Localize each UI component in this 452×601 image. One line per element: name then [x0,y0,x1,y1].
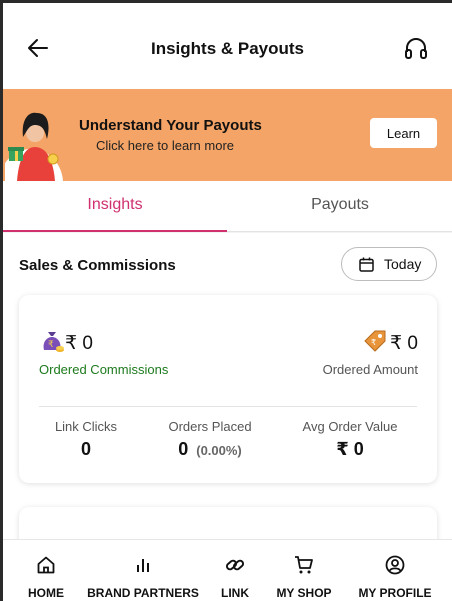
money-bag-icon: ₹ [43,332,64,352]
svg-text:₹: ₹ [371,338,376,347]
banner-subtitle: Click here to learn more [96,138,234,153]
nav-brand-partners[interactable]: BRAND PARTNERS [83,540,203,601]
home-icon [37,556,55,574]
page-title: Insights & Payouts [150,39,305,58]
top-bar: Insights & Payouts [3,3,452,89]
nav-label: LINK [221,586,249,600]
stat-label: Orders Placed [168,419,252,434]
nav-home[interactable]: HOME [16,540,76,601]
app-screen: Insights & Payouts Understand Your Payou… [0,0,452,601]
headphones-icon [405,38,427,59]
stat-value: 0 [178,439,189,459]
calendar-icon [359,257,374,272]
stat-label: Avg Order Value [302,419,398,434]
ordered-amount: ₹ 0 [390,333,418,354]
bar-chart-icon [137,559,149,572]
nav-label: MY PROFILE [358,586,432,600]
commission-amount: ₹ 0 [65,333,93,354]
stat-percentage: (0.00%) [196,443,242,458]
support-button[interactable] [403,35,429,61]
banner-title: Understand Your Payouts [79,117,262,134]
svg-text:₹: ₹ [48,340,54,350]
stat-link-clicks: Link Clicks 0 [26,419,146,460]
divider [39,406,417,407]
stat-value: 0 [80,439,91,459]
commission-label: Ordered Commissions [39,362,169,377]
payouts-banner[interactable]: Understand Your Payouts Click here to le… [3,89,452,181]
nav-my-shop[interactable]: MY SHOP [268,540,340,601]
date-filter-button[interactable]: Today [341,247,437,281]
nav-link[interactable]: LINK [211,540,259,601]
bottom-navigation: HOME BRAND PARTNERS LINK MY SHOP MY PROF… [3,539,452,601]
learn-button[interactable]: Learn [370,118,437,148]
woman-with-gift-illustration [5,112,63,181]
date-filter-label: Today [384,256,422,272]
section-title: Sales & Commissions [19,257,176,274]
nav-label: HOME [28,586,64,600]
profile-icon [385,555,405,575]
cart-icon [295,556,313,574]
nav-label: MY SHOP [276,586,332,600]
nav-label: BRAND PARTNERS [87,586,199,600]
sales-summary-card: ₹ ₹ 0 Ordered Commissions ₹ ₹ 0 Ordered … [19,295,437,483]
tab-bar: Insights Payouts [3,181,452,232]
tab-insights[interactable]: Insights [3,181,227,232]
stat-value: ₹ 0 [336,439,364,459]
ordered-amount-label: Ordered Amount [322,362,418,377]
sales-section: Sales & Commissions Today ₹ ₹ 0 Ordered … [3,233,452,553]
tab-payouts[interactable]: Payouts [228,181,452,232]
stat-label: Link Clicks [54,419,118,434]
link-icon [225,559,245,571]
stat-orders-placed: Orders Placed 0 (0.00%) [150,419,270,460]
nav-my-profile[interactable]: MY PROFILE [352,540,438,601]
price-tag-icon: ₹ [364,330,386,352]
stat-avg-order-value: Avg Order Value ₹ 0 [290,419,410,460]
